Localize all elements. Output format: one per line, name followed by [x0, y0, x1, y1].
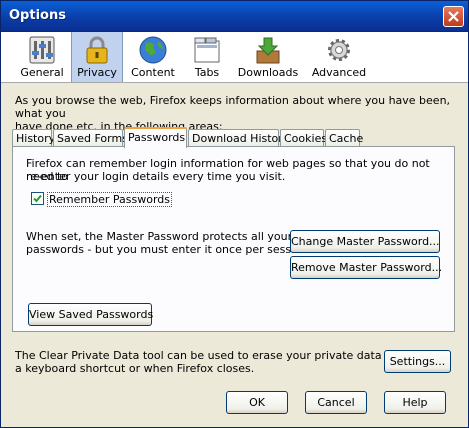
- globe-icon: [139, 36, 167, 64]
- master-password-text-line2: passwords - but you must enter it once p…: [26, 243, 312, 256]
- cancel-button[interactable]: Cancel: [305, 391, 367, 414]
- window-title: Options: [9, 8, 66, 23]
- tab-cookies[interactable]: Cookies: [280, 129, 327, 146]
- downloads-icon: [256, 37, 280, 64]
- pane-advanced-label: Advanced: [311, 66, 367, 79]
- pane-advanced[interactable]: Advanced: [309, 32, 369, 82]
- pane-content[interactable]: Content: [125, 32, 181, 82]
- checkmark-icon: [33, 194, 42, 203]
- close-icon: [448, 11, 459, 22]
- pane-privacy-label: Privacy: [77, 66, 117, 79]
- tab-passwords[interactable]: Passwords: [124, 127, 187, 148]
- change-master-password-button[interactable]: Change Master Password...: [290, 230, 440, 253]
- options-window: Options General Privacy Content Tabs Dow…: [0, 0, 469, 428]
- privacy-description-line1: As you browse the web, Firefox keeps inf…: [15, 94, 451, 120]
- settings-button[interactable]: Settings...: [384, 350, 451, 373]
- pane-general-label: General: [20, 66, 64, 79]
- pane-downloads[interactable]: Downloads: [237, 32, 299, 82]
- clear-data-text-line1: The Clear Private Data tool can be used …: [15, 349, 415, 362]
- preferences-toolbar: General Privacy Content Tabs Downloads A…: [1, 32, 468, 83]
- help-button[interactable]: Help: [384, 391, 446, 414]
- pane-tabs[interactable]: Tabs: [184, 32, 230, 82]
- ok-button[interactable]: OK: [226, 391, 288, 414]
- pane-downloads-label: Downloads: [237, 66, 299, 79]
- pane-privacy[interactable]: Privacy: [71, 32, 123, 82]
- clear-data-text-line2: a keyboard shortcut or when Firefox clos…: [15, 362, 255, 375]
- passwords-intro-line2: re-enter your login details every time y…: [26, 170, 286, 183]
- pane-tabs-label: Tabs: [194, 66, 220, 79]
- remember-passwords-label[interactable]: Remember Passwords: [47, 192, 172, 207]
- remember-passwords-checkbox[interactable]: [31, 192, 44, 205]
- tabs-icon: [194, 37, 220, 63]
- master-password-text-line1: When set, the Master Password protects a…: [26, 230, 293, 243]
- tab-cache[interactable]: Cache: [325, 129, 363, 146]
- passwords-panel: Firefox can remember login information f…: [12, 146, 455, 332]
- pane-content-label: Content: [131, 66, 175, 79]
- view-saved-passwords-button[interactable]: View Saved Passwords: [28, 303, 153, 326]
- gear-icon: [328, 39, 350, 61]
- title-bar[interactable]: Options: [1, 1, 468, 32]
- lock-icon: [86, 36, 108, 64]
- privacy-description: As you browse the web, Firefox keeps inf…: [15, 94, 455, 133]
- close-button[interactable]: [443, 6, 464, 27]
- tab-history[interactable]: History: [12, 129, 55, 146]
- remove-master-password-button[interactable]: Remove Master Password...: [290, 256, 442, 279]
- tab-download-history[interactable]: Download History: [188, 129, 289, 146]
- pane-general[interactable]: General: [14, 32, 70, 82]
- tab-saved-forms[interactable]: Saved Forms: [53, 129, 128, 146]
- general-icon: [29, 36, 55, 64]
